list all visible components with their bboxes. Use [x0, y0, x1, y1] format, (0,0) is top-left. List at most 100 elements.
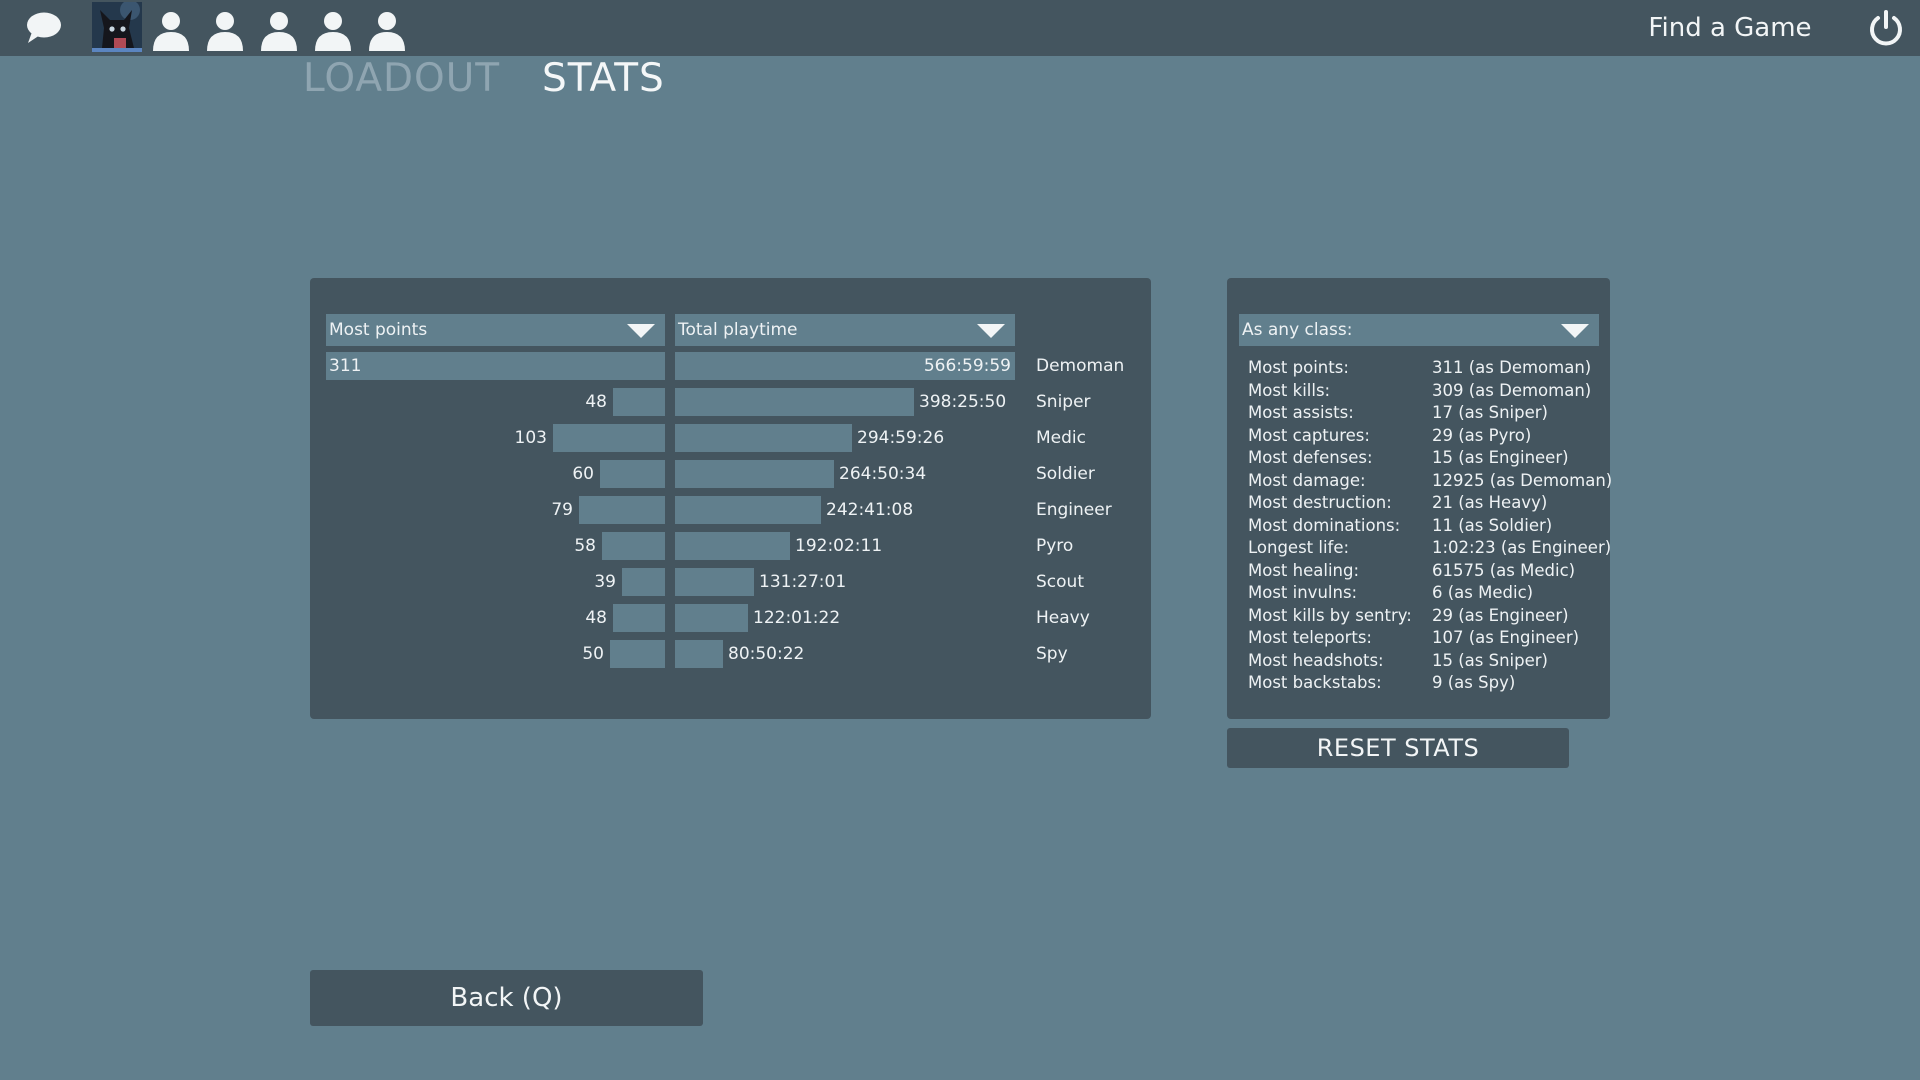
class-name: Heavy — [1036, 608, 1090, 628]
class-filter-dropdown[interactable]: As any class: — [1239, 314, 1599, 346]
class-name: Pyro — [1036, 536, 1074, 556]
record-label: Longest life: — [1248, 538, 1350, 557]
party-slot-2[interactable] — [204, 9, 246, 51]
class-name: Spy — [1036, 644, 1068, 664]
player-avatar[interactable] — [92, 2, 142, 52]
person-silhouette-icon — [207, 12, 243, 51]
record-value: 309 (as Demoman) — [1432, 380, 1592, 400]
class-stat-row: 48 122:01:22 Heavy — [310, 604, 1151, 632]
playtime-value: 294:59:26 — [857, 428, 945, 448]
playtime-value: 122:01:22 — [753, 608, 841, 628]
class-name: Demoman — [1036, 356, 1125, 376]
record-label: Most damage: — [1248, 470, 1366, 490]
sort-playtime-dropdown[interactable]: Total playtime — [675, 314, 1015, 346]
points-bar — [610, 640, 665, 668]
playtime-value: 80:50:22 — [728, 644, 805, 664]
playtime-value: 242:41:08 — [826, 500, 914, 520]
points-value: 48 — [585, 608, 607, 628]
record-value: 17 (as Sniper) — [1432, 403, 1548, 422]
class-name: Scout — [1036, 572, 1084, 592]
record-value: 15 (as Engineer) — [1432, 448, 1569, 467]
playtime-bar — [675, 388, 914, 416]
record-label: Most healing: — [1248, 560, 1360, 580]
points-value: 58 — [574, 536, 596, 556]
class-stat-row: 48 398:25:50 Sniper — [310, 388, 1151, 416]
top-bar: Find a Game — [0, 0, 1920, 56]
party-slot-5[interactable] — [366, 9, 408, 51]
class-stat-row: 103 294:59:26 Medic — [310, 424, 1151, 452]
sort-playtime-label: Total playtime — [678, 320, 798, 340]
record-value: 21 (as Heavy) — [1432, 493, 1548, 512]
reset-stats-button[interactable]: RESET STATS — [1227, 728, 1569, 768]
record-value: 11 (as Soldier) — [1432, 515, 1553, 535]
person-silhouette-icon — [153, 12, 189, 51]
playtime-bar — [675, 568, 754, 596]
chevron-down-icon — [1561, 324, 1589, 338]
playtime-value: 398:25:50 — [919, 392, 1007, 412]
record-label: Most backstabs: — [1248, 673, 1382, 692]
playtime-bar — [675, 424, 852, 452]
class-name: Soldier — [1036, 464, 1095, 484]
points-value: 311 — [329, 356, 362, 376]
chat-bubble-icon[interactable] — [24, 10, 64, 46]
class-name: Engineer — [1036, 500, 1112, 520]
class-stat-row: 79 242:41:08 Engineer — [310, 496, 1151, 524]
tab-stats[interactable]: STATS — [542, 56, 665, 102]
tab-loadout[interactable]: LOADOUT — [303, 56, 500, 102]
record-value: 9 (as Spy) — [1432, 673, 1516, 692]
record-label: Most teleports: — [1248, 628, 1372, 647]
record-value: 311 (as Demoman) — [1432, 358, 1592, 377]
party-slot-1[interactable] — [150, 9, 192, 51]
record-value: 15 (as Sniper) — [1432, 650, 1548, 670]
points-value: 39 — [594, 572, 616, 592]
record-label: Most destruction: — [1248, 493, 1392, 512]
person-silhouette-icon — [369, 12, 405, 51]
points-bar — [326, 352, 665, 380]
playtime-value: 264:50:34 — [839, 464, 927, 484]
points-bar — [613, 604, 665, 632]
class-name: Sniper — [1036, 392, 1091, 412]
class-stat-row: 50 80:50:22 Spy — [310, 640, 1151, 668]
record-label: Most dominations: — [1248, 515, 1401, 535]
points-bar — [613, 388, 665, 416]
record-label: Most defenses: — [1248, 448, 1373, 467]
record-label: Most invulns: — [1248, 583, 1358, 602]
person-silhouette-icon — [315, 12, 351, 51]
record-label: Most kills by sentry: — [1248, 605, 1412, 625]
playtime-bar — [675, 640, 723, 668]
record-value: 107 (as Engineer) — [1432, 628, 1580, 647]
points-bar — [600, 460, 665, 488]
playtime-value: 566:59:59 — [923, 356, 1011, 376]
points-value: 103 — [514, 428, 547, 448]
power-icon[interactable] — [1866, 8, 1906, 48]
party-slot-4[interactable] — [312, 9, 354, 51]
playtime-bar — [675, 496, 821, 524]
record-value: 1:02:23 (as Engineer) — [1432, 538, 1612, 557]
back-button[interactable]: Back (Q) — [310, 970, 703, 1026]
record-label: Most assists: — [1248, 403, 1354, 422]
party-slot-3[interactable] — [258, 9, 300, 51]
playtime-bar — [675, 460, 834, 488]
points-value: 48 — [585, 392, 607, 412]
sort-points-label: Most points — [329, 320, 428, 340]
points-value: 50 — [582, 644, 604, 664]
record-label: Most captures: — [1248, 425, 1370, 445]
record-label: Most headshots: — [1248, 650, 1384, 670]
record-value: 6 (as Medic) — [1432, 583, 1534, 602]
playtime-value: 131:27:01 — [759, 572, 847, 592]
playtime-bar — [675, 532, 790, 560]
class-stat-row: 58 192:02:11 Pyro — [310, 532, 1151, 560]
points-bar — [579, 496, 665, 524]
sort-points-dropdown[interactable]: Most points — [326, 314, 665, 346]
points-bar — [602, 532, 665, 560]
class-name: Medic — [1036, 428, 1086, 448]
class-stat-row: 311 566:59:59 Demoman — [310, 352, 1151, 380]
record-value: 29 (as Pyro) — [1432, 425, 1532, 445]
chevron-down-icon — [977, 324, 1005, 338]
playtime-bar — [675, 604, 748, 632]
person-silhouette-icon — [261, 12, 297, 51]
points-bar — [622, 568, 665, 596]
record-label: Most kills: — [1248, 380, 1331, 400]
class-filter-label: As any class: — [1242, 320, 1353, 340]
find-game-button[interactable]: Find a Game — [1630, 10, 1830, 46]
